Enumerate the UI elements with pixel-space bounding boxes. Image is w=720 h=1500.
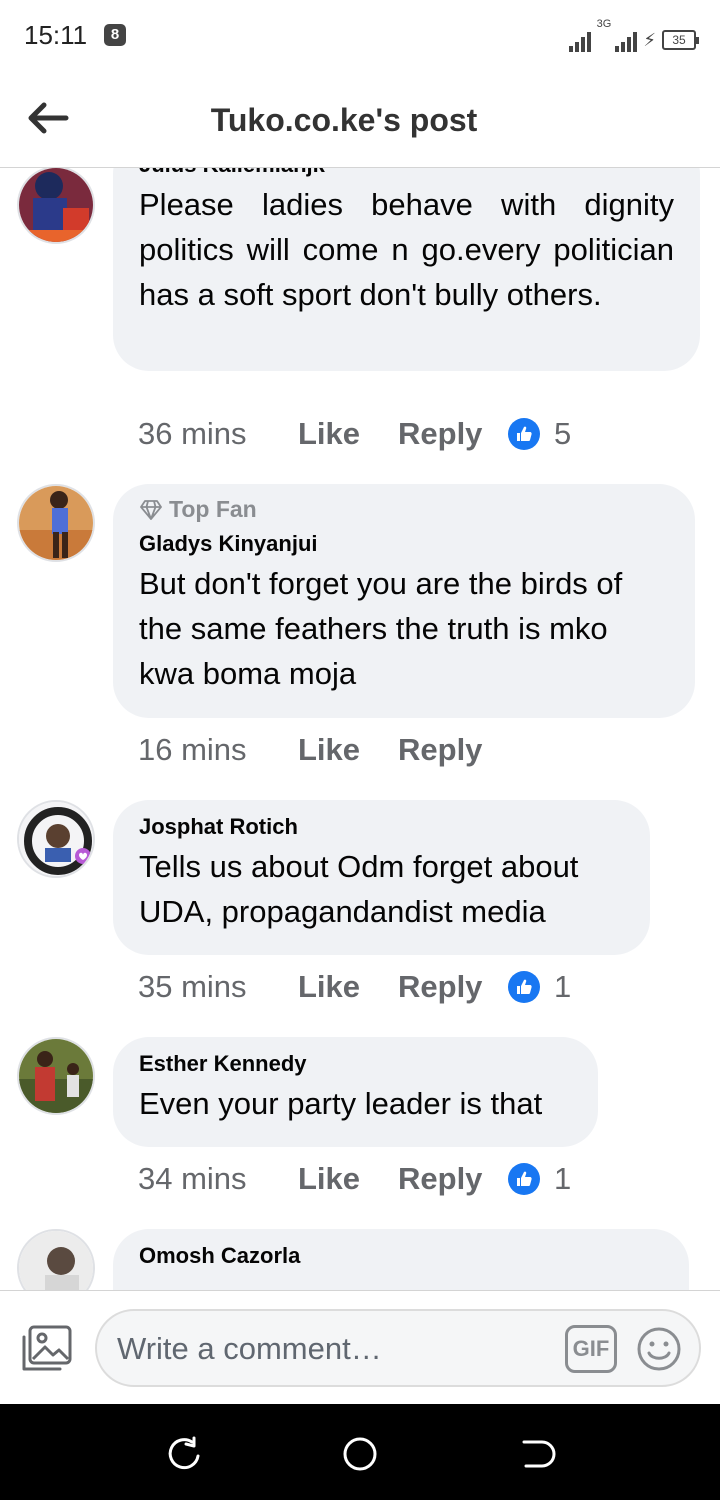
comment-bubble[interactable]: Julus Kailemiahjk Please ladies behave w… [113, 168, 700, 371]
reaction-count[interactable]: 5 [554, 416, 571, 452]
battery-icon: 35 [662, 30, 699, 50]
comment-time[interactable]: 34 mins [138, 1161, 298, 1197]
comment-author[interactable]: Omosh Cazorla [139, 1241, 663, 1271]
comment-text: Tells us about Odm forget about UDA, pro… [139, 849, 579, 929]
reply-button[interactable]: Reply [398, 732, 508, 768]
charging-icon: ⚡ [643, 30, 656, 50]
notification-badge-icon: 8 [104, 24, 126, 46]
back-icon[interactable] [516, 1434, 556, 1474]
gif-button[interactable]: GIF [565, 1325, 617, 1373]
signal-icon [568, 28, 591, 52]
comment-time[interactable]: 36 mins [138, 416, 298, 452]
comment-list[interactable]: Julus Kailemiahjk Please ladies behave w… [0, 168, 720, 1290]
comment-bubble[interactable]: Omosh Cazorla [113, 1229, 689, 1290]
comment-time[interactable]: 35 mins [138, 969, 298, 1005]
comment-bubble[interactable]: Top Fan Gladys Kinyanjui But don't forge… [113, 484, 695, 718]
comment-actions: 34 mins Like Reply 1 [138, 1161, 571, 1197]
avatar[interactable] [17, 1229, 95, 1290]
comment-input[interactable] [117, 1327, 547, 1371]
status-time: 15:11 [24, 20, 88, 50]
avatar[interactable] [17, 800, 95, 878]
comment-actions: 35 mins Like Reply 1 [138, 969, 571, 1005]
like-button[interactable]: Like [298, 416, 398, 452]
thumbs-up-icon[interactable] [508, 418, 540, 450]
signal-icon-secondary [615, 28, 638, 52]
status-indicators: 3G ⚡ 35 [568, 18, 699, 52]
top-fan-label: Top Fan [169, 496, 257, 522]
comment-actions: 16 mins Like Reply [138, 732, 508, 768]
comment-text: Even your party leader is that [139, 1086, 543, 1121]
like-button[interactable]: Like [298, 732, 398, 768]
status-bar: 15:11 8 3G ⚡ 35 [0, 0, 720, 72]
comment-author[interactable]: Gladys Kinyanjui [139, 529, 669, 559]
comment-actions: 36 mins Like Reply 5 [138, 416, 571, 452]
avatar[interactable] [17, 484, 95, 562]
comment-text: Please ladies behave with dignity politi… [139, 187, 674, 312]
page-title: Tuko.co.ke's post [210, 102, 478, 138]
post-header: Tuko.co.ke's post [0, 72, 720, 168]
reaction-count[interactable]: 1 [554, 969, 571, 1005]
emoji-icon[interactable] [635, 1325, 683, 1373]
recent-apps-icon[interactable] [164, 1434, 204, 1474]
thumbs-up-icon[interactable] [508, 1163, 540, 1195]
home-icon[interactable] [340, 1434, 380, 1474]
comment-bubble[interactable]: Esther Kennedy Even your party leader is… [113, 1037, 598, 1147]
comment-bubble[interactable]: Josphat Rotich Tells us about Odm forget… [113, 800, 650, 955]
comment-author[interactable]: Esther Kennedy [139, 1049, 572, 1079]
top-fan-badge: Top Fan [139, 496, 669, 523]
like-button[interactable]: Like [298, 969, 398, 1005]
like-button[interactable]: Like [298, 1161, 398, 1197]
comment-author[interactable]: Josphat Rotich [139, 812, 624, 842]
reply-button[interactable]: Reply [398, 1161, 508, 1197]
network-type-label: 3G [596, 18, 612, 30]
system-nav-bar [0, 1404, 720, 1500]
reply-button[interactable]: Reply [398, 416, 508, 452]
photo-icon[interactable] [20, 1325, 74, 1373]
reaction-count[interactable]: 1 [554, 1161, 571, 1197]
comment-composer: GIF [0, 1290, 720, 1404]
comment-time[interactable]: 16 mins [138, 732, 298, 768]
comment-input-container: GIF [95, 1309, 701, 1387]
avatar[interactable] [17, 1037, 95, 1115]
avatar[interactable] [17, 168, 95, 244]
comment-author[interactable]: Julus Kailemiahjk [139, 168, 674, 180]
thumbs-up-icon[interactable] [508, 971, 540, 1003]
diamond-icon [140, 499, 162, 520]
comment-text: But don't forget you are the birds of th… [139, 566, 623, 691]
reply-button[interactable]: Reply [398, 969, 508, 1005]
